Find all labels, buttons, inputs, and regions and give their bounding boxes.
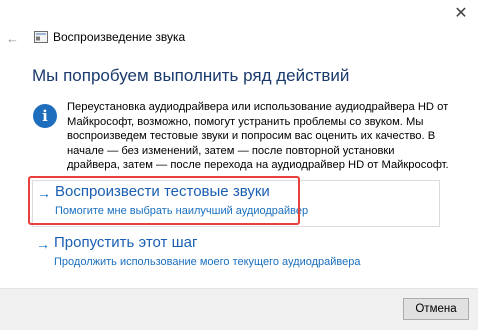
footer-bar: Отмена — [0, 288, 478, 330]
cancel-button[interactable]: Отмена — [403, 298, 469, 320]
info-icon: i — [33, 104, 57, 128]
page-heading: Мы попробуем выполнить ряд действий — [32, 66, 350, 85]
option-description: Продолжить использование моего текущего … — [54, 256, 361, 268]
audio-troubleshooter-icon — [34, 31, 48, 43]
skip-step-option[interactable]: → Пропустить этот шаг Продолжить использ… — [32, 232, 438, 268]
info-glyph: i — [42, 107, 48, 125]
troubleshooter-window: ✕ ← Воспроизведение звука Мы попробуем в… — [0, 0, 478, 330]
option-title: Пропустить этот шаг — [54, 234, 198, 251]
close-button[interactable]: ✕ — [450, 4, 472, 24]
highlight-frame — [28, 176, 300, 225]
close-icon: ✕ — [454, 5, 468, 22]
window-title: Воспроизведение звука — [53, 30, 186, 44]
back-arrow-icon[interactable]: ← — [6, 31, 19, 46]
arrow-right-icon: → — [36, 236, 50, 252]
info-description: Переустановка аудиодрайвера или использо… — [67, 101, 449, 171]
